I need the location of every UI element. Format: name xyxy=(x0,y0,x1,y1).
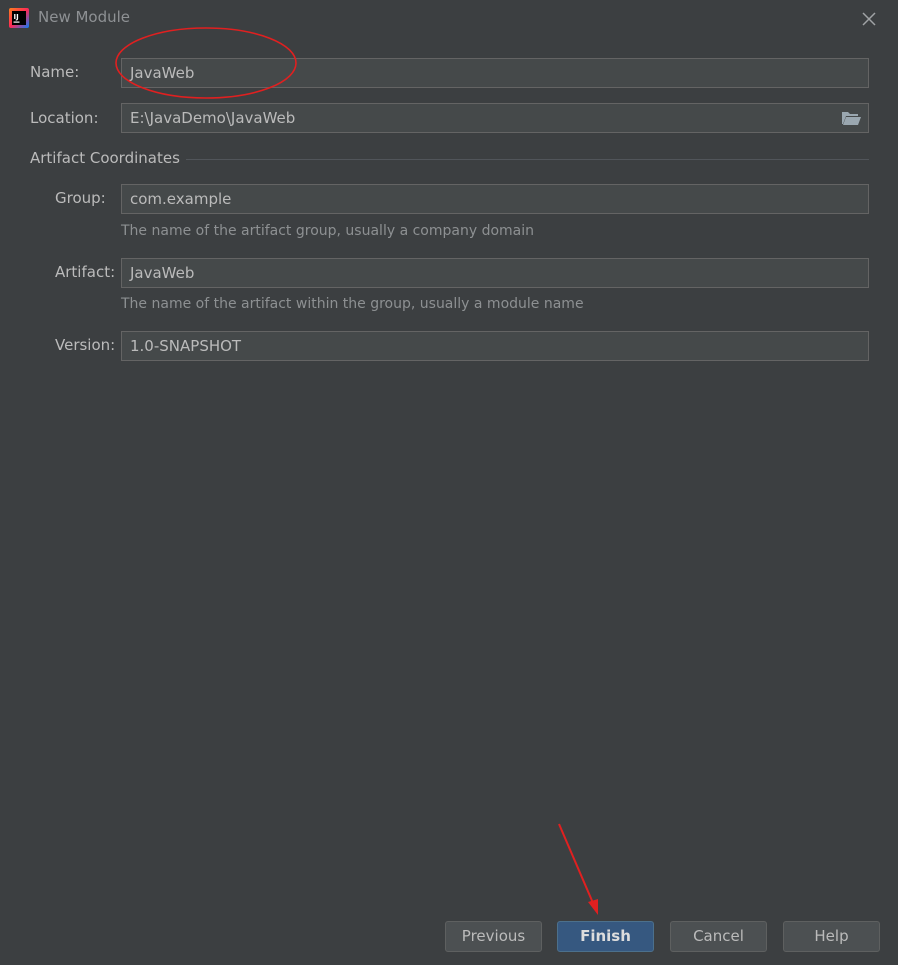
group-hint: The name of the artifact group, usually … xyxy=(121,223,534,239)
finish-button[interactable]: Finish xyxy=(557,921,654,952)
annotation-overlay xyxy=(115,27,598,915)
artifact-label: Artifact: xyxy=(55,263,116,281)
location-field[interactable]: E:\JavaDemo\JavaWeb xyxy=(121,103,869,133)
group-label: Group: xyxy=(55,189,106,207)
app-icon-text: IJ xyxy=(14,13,19,21)
title-bar: IJ New Module xyxy=(0,0,898,36)
intellij-idea-icon: IJ xyxy=(9,8,29,28)
section-title: Artifact Coordinates xyxy=(30,149,180,167)
help-button[interactable]: Help xyxy=(783,921,880,952)
location-label: Location: xyxy=(30,109,99,127)
group-field[interactable]: com.example xyxy=(121,184,869,214)
version-label: Version: xyxy=(55,336,116,354)
name-label: Name: xyxy=(30,63,80,81)
section-divider xyxy=(186,159,869,160)
close-icon[interactable] xyxy=(858,8,880,30)
window-title: New Module xyxy=(38,8,131,26)
artifact-field[interactable]: JavaWeb xyxy=(121,258,869,288)
name-field[interactable]: JavaWeb xyxy=(121,58,869,88)
version-field[interactable]: 1.0-SNAPSHOT xyxy=(121,331,869,361)
cancel-button[interactable]: Cancel xyxy=(670,921,767,952)
folder-open-icon[interactable] xyxy=(841,110,861,126)
previous-button[interactable]: Previous xyxy=(445,921,542,952)
artifact-hint: The name of the artifact within the grou… xyxy=(121,296,584,312)
finish-annotation-arrow xyxy=(558,823,598,915)
